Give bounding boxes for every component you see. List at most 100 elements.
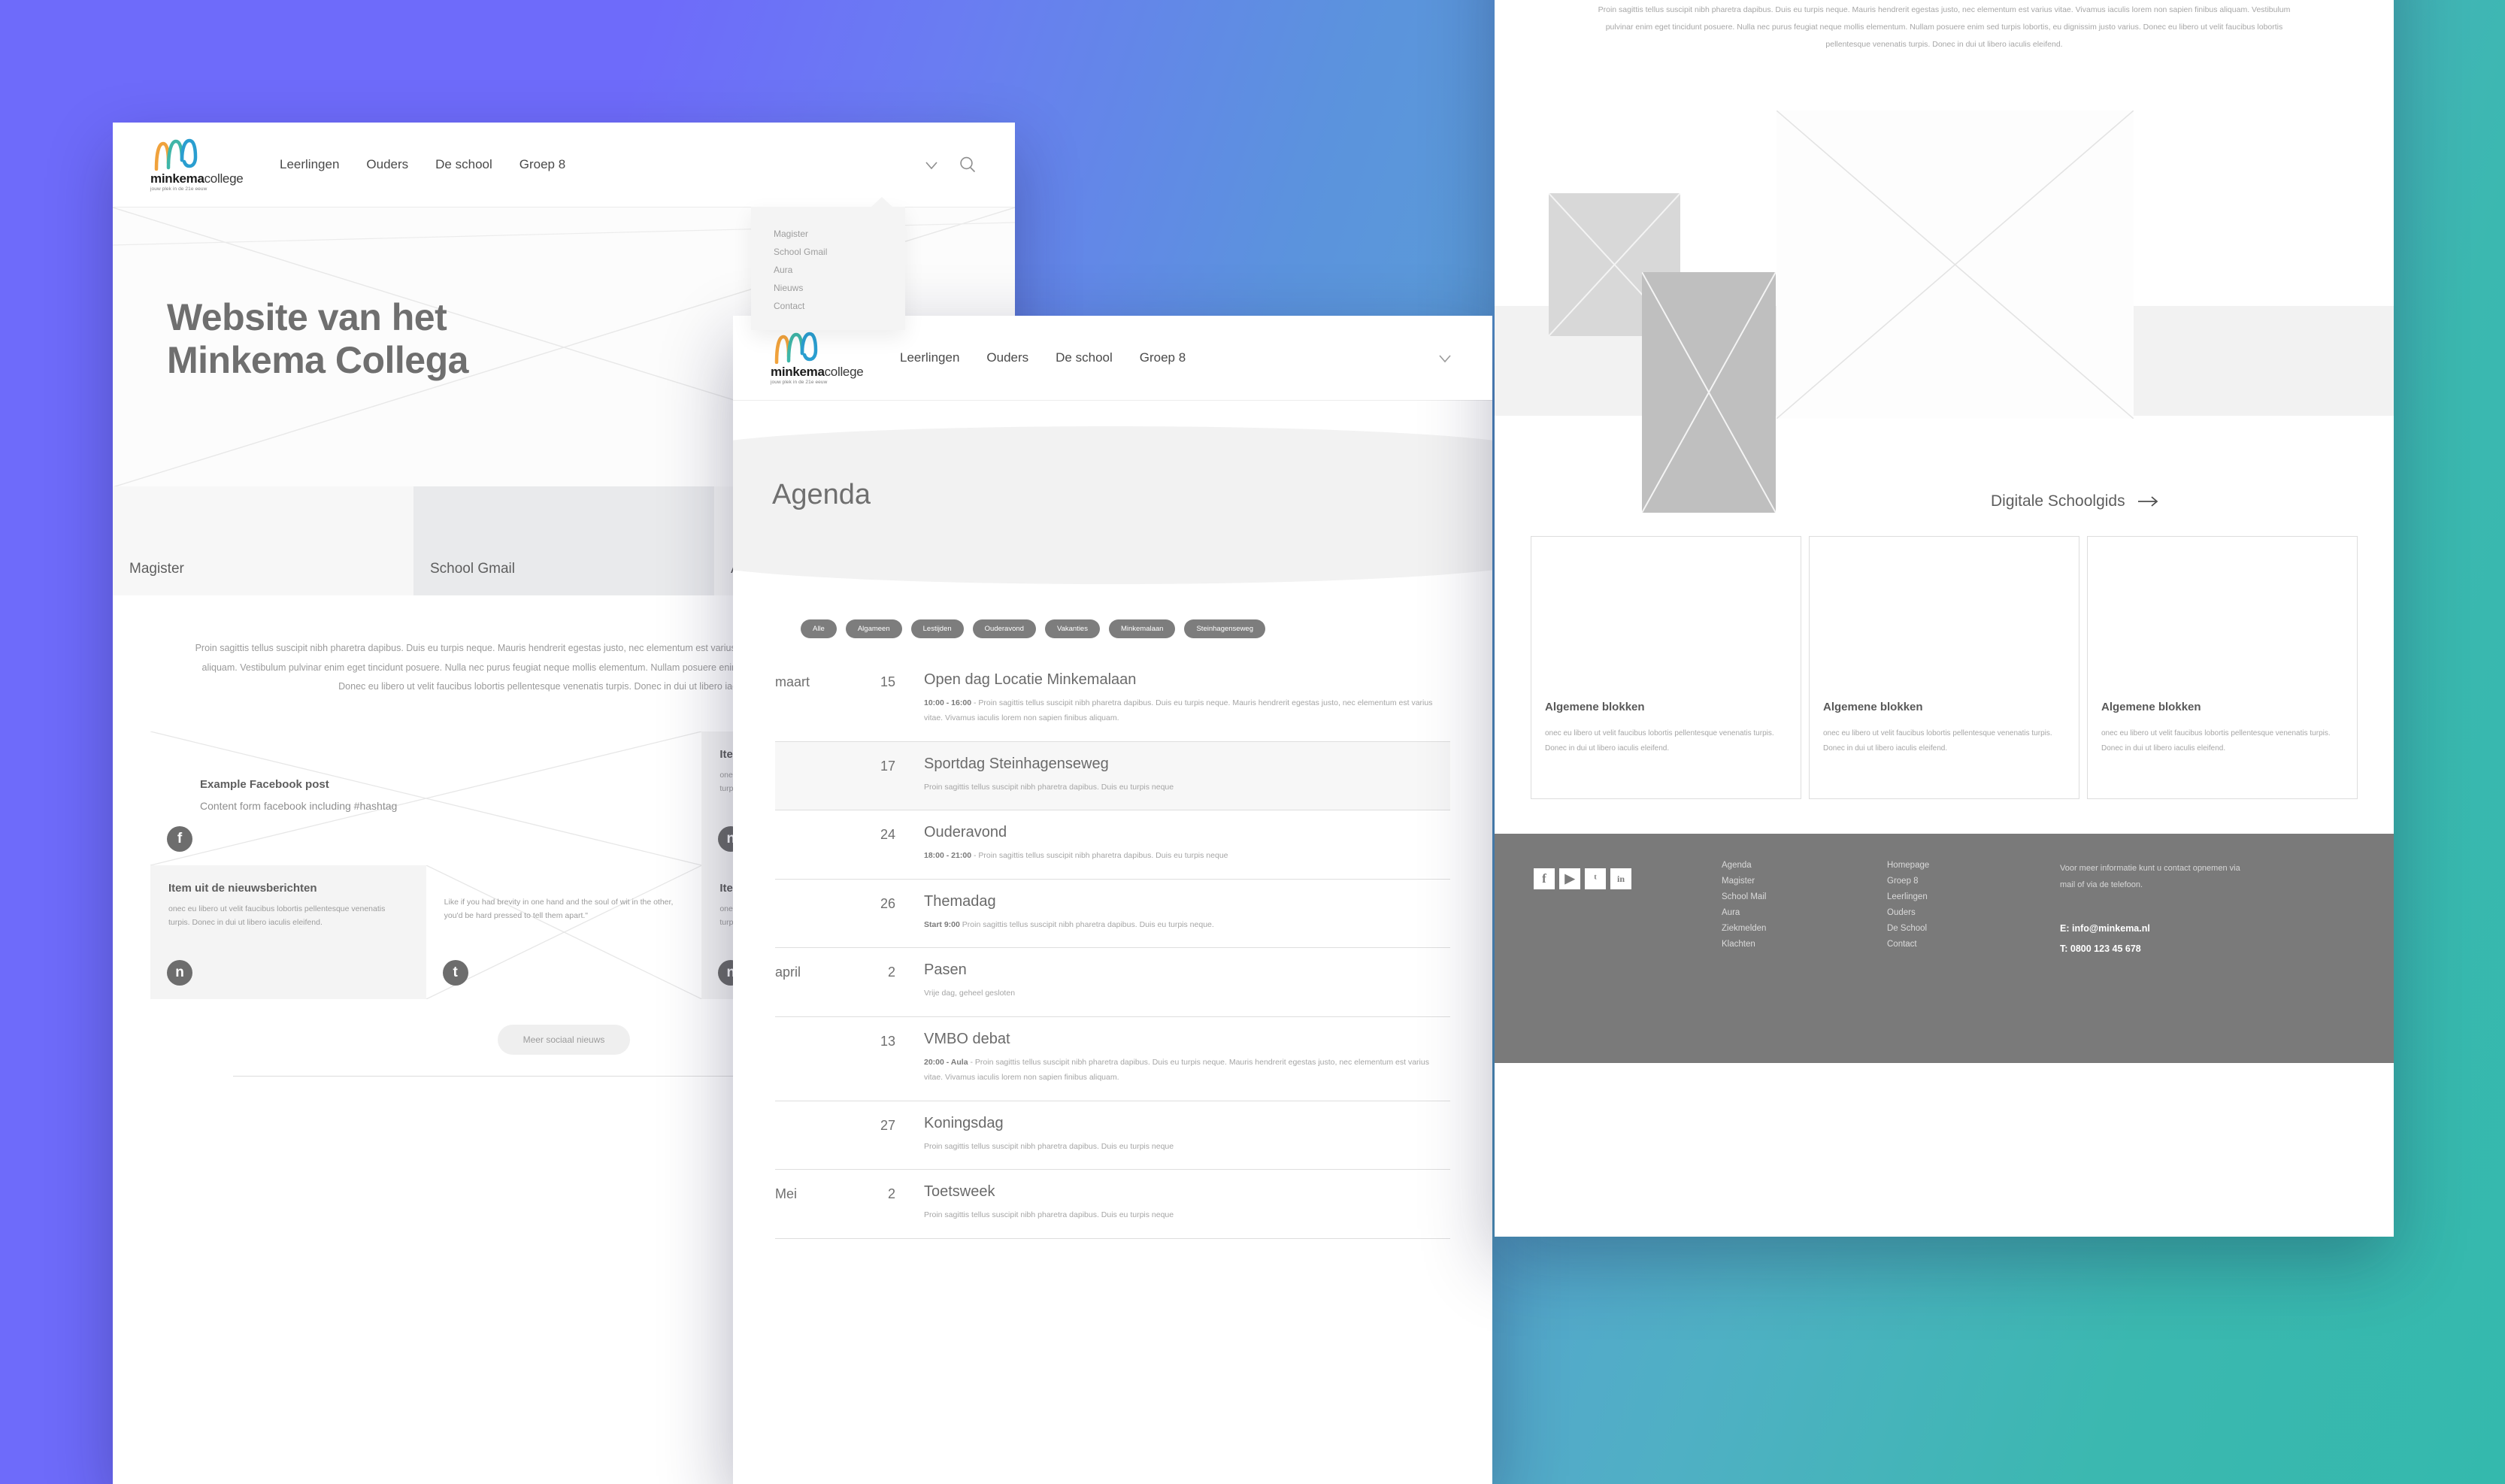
footer-link-klachten[interactable]: Klachten [1722, 940, 1887, 949]
agenda-event-row[interactable]: 27 Koningsdag Proin sagittis tellus suscip… [775, 1101, 1450, 1171]
agenda-hero: Agenda [733, 400, 1492, 588]
agenda-event-description: Proin sagittis tellus suscipit nibh phar… [924, 1139, 1174, 1154]
logo-name-light: college [824, 365, 864, 379]
agenda-event-description: 18:00 - 21:00 - Proin sagittis tellus su… [924, 848, 1228, 863]
nav-item-de-school[interactable]: De school [1056, 350, 1113, 365]
filter-chip-lestijden[interactable]: Lestijden [910, 619, 964, 638]
agenda-event-title: Sportdag Steinhagenseweg [924, 755, 1109, 772]
filter-chip-ouderavond[interactable]: Ouderavond [972, 619, 1036, 638]
tile-magister[interactable]: Magister [113, 486, 413, 595]
footer-link-ouders[interactable]: Ouders [1887, 908, 2052, 917]
agenda-event-row[interactable]: 26 Themadag Start 9:00 Proin sagittis tell… [775, 880, 1450, 949]
search-icon[interactable] [958, 155, 977, 174]
footer-link-agenda[interactable]: Agenda [1722, 861, 1887, 870]
footer-link-contact[interactable]: Contact [1887, 940, 2052, 949]
footer-link-magister[interactable]: Magister [1722, 877, 1887, 886]
dropdown-item-school-gmail[interactable]: School Gmail [751, 243, 905, 261]
main-nav: Leerlingen Ouders De school Groep 8 [280, 157, 565, 172]
nav-item-leerlingen[interactable]: Leerlingen [900, 350, 959, 365]
card-body: onec eu libero ut velit faucibus loborti… [1545, 729, 1774, 753]
social-card-title: Example Facebook post [200, 777, 329, 791]
logo-wordmark: minkemacollege [771, 365, 868, 378]
footer-link-homepage[interactable]: Homepage [1887, 861, 2052, 870]
footer-link-aura[interactable]: Aura [1722, 908, 1887, 917]
chevron-down-icon[interactable] [922, 155, 941, 174]
agenda-event-month: Mei [775, 1186, 798, 1202]
footer-link-de-school[interactable]: De School [1887, 924, 2052, 933]
logo[interactable]: minkemacollege jouw plek in de 21e eeuw [771, 331, 868, 385]
agenda-event-row[interactable]: 24 Ouderavond 18:00 - 21:00 - Proin sagitt… [775, 810, 1450, 880]
social-card-body: Content form facebook including #hashtag [200, 799, 398, 812]
more-social-news-button[interactable]: Meer sociaal nieuws [497, 1024, 631, 1055]
tile-school-gmail[interactable]: School Gmail [413, 486, 714, 595]
nav-item-de-school[interactable]: De school [435, 157, 492, 172]
agenda-event-time: 10:00 - 16:00 [924, 698, 972, 707]
agenda-event-body: VMBO debat 20:00 - Aula - Proin sagittis … [895, 1031, 1450, 1086]
agenda-event-row[interactable]: 13 VMBO debat 20:00 - Aula - Proin sagitti… [775, 1017, 1450, 1101]
agenda-event-desc-text: Proin sagittis tellus suscipit nibh phar… [924, 1141, 1174, 1151]
agenda-event-row[interactable]: april 2 Pasen Vrije dag, geheel gesloten [775, 948, 1450, 1017]
agenda-event-month [775, 893, 847, 932]
twitter-icon[interactable]: ᵗ [1585, 868, 1606, 890]
youtube-icon[interactable]: ▶ [1559, 868, 1580, 890]
agenda-event-desc-text: Proin sagittis tellus suscipit nibh phar… [924, 1210, 1174, 1220]
card-body: onec eu libero ut velit faucibus loborti… [2101, 729, 2331, 753]
agenda-event-month [775, 1031, 847, 1086]
twitter-icon: t [442, 959, 468, 986]
nav-item-groep-8[interactable]: Groep 8 [519, 157, 565, 172]
nav-item-leerlingen[interactable]: Leerlingen [280, 157, 339, 172]
dropdown-item-contact[interactable]: Contact [751, 297, 905, 315]
footer-link-school-mail[interactable]: School Mail [1722, 892, 1887, 901]
social-card-twitter[interactable]: Like if you had brevity in one hand and … [426, 865, 702, 999]
card-algemene-blokken-3[interactable]: Algemene blokken onec eu libero ut velit… [2087, 536, 2358, 800]
agenda-page-title: Agenda [772, 479, 871, 510]
footer-phone[interactable]: T: 0800 123 45 678 [2060, 943, 2355, 954]
footer-link-ziekmelden[interactable]: Ziekmelden [1722, 924, 1887, 933]
agenda-event-description: Vrije dag, geheel gesloten [924, 986, 1015, 1001]
agenda-event-day: 17 [880, 758, 895, 774]
footer-social-links: f ▶ ᵗ in [1534, 861, 1722, 1063]
footer-link-leerlingen[interactable]: Leerlingen [1887, 892, 2052, 901]
social-card-body: onec eu libero ut velit faucibus loborti… [168, 904, 386, 927]
social-card-news-2[interactable]: Item uit de nieuwsberichten onec eu libe… [150, 865, 426, 999]
filter-chip-vakanties[interactable]: Vakanties [1044, 619, 1100, 638]
logo-tagline: jouw plek in de 21e eeuw [771, 380, 828, 385]
digitale-schoolgids-link[interactable]: Digitale Schoolgids [1991, 492, 2160, 510]
filter-chip-algameen[interactable]: Algameen [845, 619, 902, 638]
logo[interactable]: minkemacollege jouw plek in de 21e eeuw [150, 138, 248, 192]
agenda-event-day: 13 [880, 1033, 895, 1049]
agenda-event-day: 2 [887, 1186, 895, 1202]
filter-chip-alle[interactable]: Alle [801, 619, 837, 638]
footer-link-groep-8[interactable]: Groep 8 [1887, 877, 2052, 886]
filter-chip-minkemalaan[interactable]: Minkemalaan [1108, 619, 1176, 638]
agenda-event-row[interactable]: 17 Sportdag Steinhagenseweg Proin sagittis… [775, 741, 1450, 811]
chevron-down-icon[interactable] [1435, 348, 1455, 368]
dropdown-item-aura[interactable]: Aura [751, 261, 905, 279]
facebook-icon[interactable]: f [1534, 868, 1555, 890]
agenda-event-desc-text: Vrije dag, geheel gesloten [924, 989, 1016, 998]
agenda-event-desc-text: Proin sagittis tellus suscipit nibh phar… [924, 782, 1174, 792]
footer-link-column-1: Agenda Magister School Mail Aura Ziekmel… [1722, 861, 1887, 1063]
nav-item-ouders[interactable]: Ouders [986, 350, 1028, 365]
filter-chip-steinhagenseweg[interactable]: Steinhagenseweg [1184, 619, 1266, 638]
agenda-event-month [775, 756, 847, 795]
footer-email[interactable]: E: info@minkema.nl [2060, 923, 2355, 934]
dropdown-item-nieuws[interactable]: Nieuws [751, 279, 905, 297]
social-card-facebook[interactable]: Example Facebook post Content form faceb… [150, 731, 702, 865]
agenda-event-desc-text: Proin sagittis tellus suscipit nibh phar… [978, 851, 1228, 861]
agenda-event-day: 24 [880, 827, 895, 843]
logo-wordmark: minkemacollege [150, 172, 248, 185]
agenda-event-day: 2 [887, 965, 895, 980]
linkedin-icon[interactable]: in [1610, 868, 1631, 890]
schoolgids-media-stage: Digitale Schoolgids [1495, 80, 2394, 547]
dropdown-item-magister[interactable]: Magister [751, 225, 905, 243]
hero-title-line-2: Minkema Collega [167, 338, 468, 381]
card-algemene-blokken-2[interactable]: Algemene blokken onec eu libero ut velit… [1809, 536, 2079, 800]
nav-item-groep-8[interactable]: Groep 8 [1140, 350, 1186, 365]
agenda-event-title: Themadag [924, 892, 996, 910]
facebook-icon: f [167, 825, 192, 852]
agenda-event-row[interactable]: Mei 2 Toetsweek Proin sagittis tellus susci… [775, 1170, 1450, 1239]
card-algemene-blokken-1[interactable]: Algemene blokken onec eu libero ut velit… [1531, 536, 1801, 800]
nav-item-ouders[interactable]: Ouders [366, 157, 408, 172]
agenda-event-row[interactable]: maart 15 Open dag Locatie Minkemalaan 10:00… [775, 658, 1450, 742]
